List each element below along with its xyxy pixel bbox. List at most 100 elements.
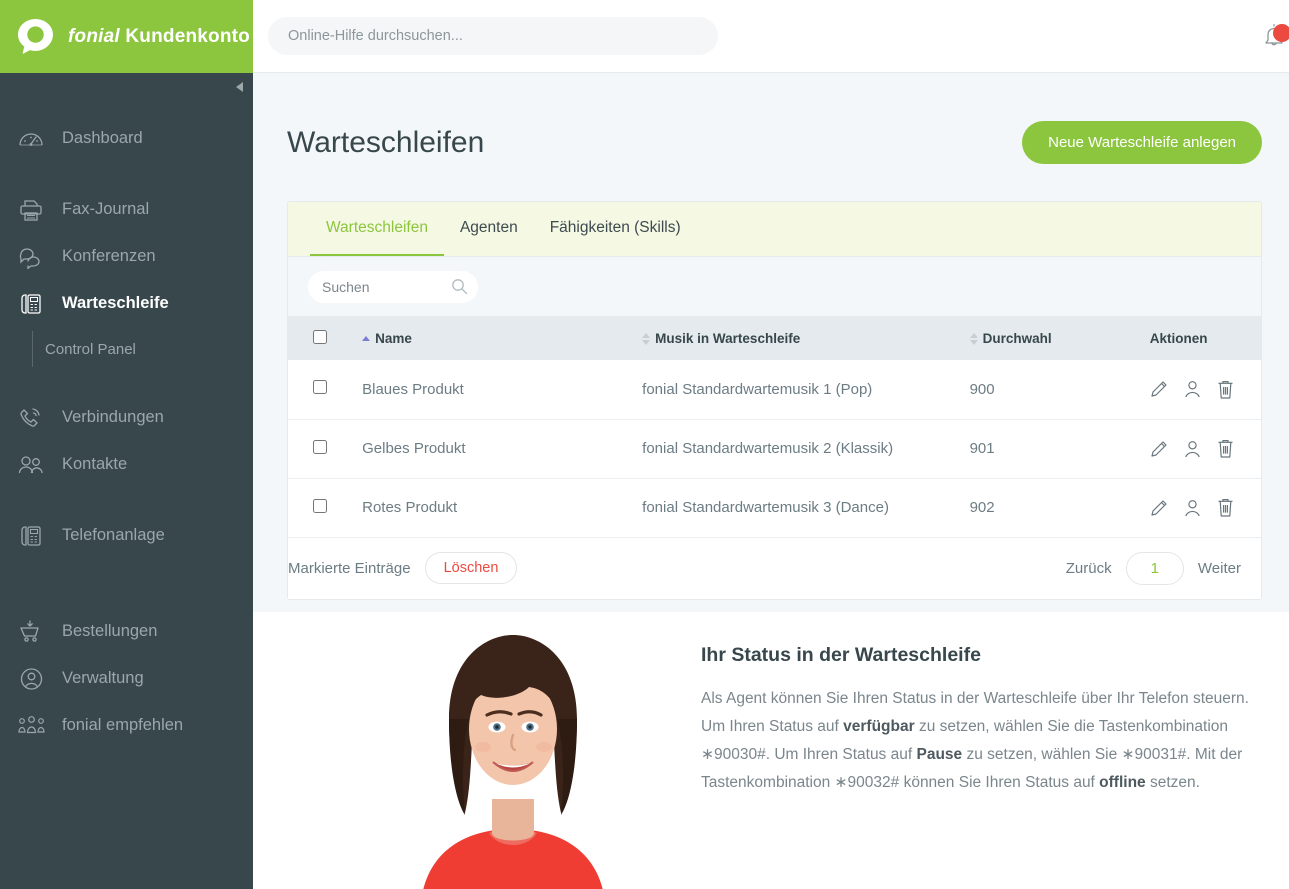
th-aktionen: Aktionen	[1150, 317, 1261, 360]
sidebar-item-label: Kontakte	[62, 455, 128, 473]
edit-pencil-icon[interactable]	[1150, 440, 1168, 458]
sidebar-item-label: Telefonanlage	[62, 526, 165, 544]
chevron-left-icon	[235, 82, 243, 92]
help-search-input[interactable]	[268, 17, 718, 55]
status-title: Ihr Status in der Warteschleife	[701, 644, 981, 666]
sidebar-item-telefonanlage[interactable]: Telefonanlage	[0, 512, 253, 559]
speech-bubble-logo-icon	[16, 17, 55, 56]
sidebar: fonial Kundenkonto Dashboard Fax-Journal…	[0, 0, 253, 889]
search-box	[308, 270, 478, 303]
pagination-page-1[interactable]: 1	[1125, 551, 1184, 585]
sidebar-item-control-panel[interactable]: Control Panel	[0, 327, 253, 371]
table-search-row	[288, 257, 1261, 317]
cell-name: Gelbes Produkt	[362, 419, 643, 479]
brand-title: fonial Kundenkonto	[68, 26, 250, 48]
tab-agenten[interactable]: Agenten	[444, 202, 534, 256]
sidebar-subitem-label: Control Panel	[45, 340, 136, 358]
cell-name: Rotes Produkt	[362, 478, 643, 538]
tab-label: Agenten	[459, 219, 518, 236]
delete-trash-icon[interactable]	[1217, 498, 1234, 517]
ringing-phone-icon	[16, 405, 46, 431]
edit-pencil-icon[interactable]	[1150, 380, 1168, 398]
search-input[interactable]	[308, 270, 478, 303]
pagination-prev[interactable]: Zurück	[1066, 560, 1112, 577]
topbar	[253, 0, 1289, 73]
row-select-cell	[288, 478, 363, 538]
gauge-icon	[16, 126, 46, 152]
th-durchwahl-label: Durchwahl	[982, 331, 1052, 346]
three-people-icon	[16, 713, 46, 739]
user-circle-icon	[16, 666, 46, 692]
cell-name: Blaues Produkt	[362, 360, 643, 420]
edit-pencil-icon[interactable]	[1150, 499, 1168, 517]
row-select-cell	[288, 360, 363, 420]
sidebar-item-verbindungen[interactable]: Verbindungen	[0, 394, 253, 441]
new-queue-button[interactable]: Neue Warteschleife anlegen	[1022, 121, 1262, 164]
select-all-checkbox[interactable]	[313, 330, 327, 344]
delete-trash-icon[interactable]	[1217, 380, 1234, 399]
row-checkbox[interactable]	[313, 380, 327, 395]
agent-user-icon[interactable]	[1184, 499, 1201, 517]
shopping-cart-icon	[16, 619, 46, 645]
sidebar-item-verwaltung[interactable]: Verwaltung	[0, 655, 253, 702]
agent-user-icon[interactable]	[1184, 440, 1201, 458]
sidebar-item-fonial-empfehlen[interactable]: fonial empfehlen	[0, 702, 253, 749]
delete-trash-icon[interactable]	[1217, 439, 1234, 458]
sidebar-item-label: Dashboard	[62, 129, 143, 147]
brand-name-kundenkonto: Kundenkonto	[125, 25, 250, 47]
status-text-column: Ihr Status in der Warteschleife Als Agen…	[701, 612, 1289, 889]
sidebar-item-bestellungen[interactable]: Bestellungen	[0, 608, 253, 655]
tab-bar: Warteschleifen Agenten Fähigkeiten (Skil…	[288, 202, 1261, 257]
sort-neutral-icon	[969, 332, 979, 345]
cell-actions	[1149, 419, 1261, 479]
sidebar-item-kontakte[interactable]: Kontakte	[0, 441, 253, 488]
table-header-row: Name Musik in Warteschleife Durchwahl Ak…	[288, 317, 1261, 360]
printer-icon	[16, 197, 46, 223]
agent-user-icon[interactable]	[1184, 380, 1201, 398]
th-select-all	[288, 317, 362, 360]
cell-actions	[1149, 360, 1261, 420]
table-row[interactable]: Blaues Produkt fonial Standardwartemusik…	[288, 360, 1261, 420]
sidebar-item-label: Verbindungen	[62, 408, 164, 426]
brand-header[interactable]: fonial Kundenkonto	[0, 0, 253, 73]
sidebar-item-warteschleife[interactable]: Warteschleife	[0, 280, 253, 327]
page-title: Warteschleifen	[287, 125, 485, 159]
th-name[interactable]: Name	[362, 317, 642, 360]
desk-phone-icon	[16, 523, 46, 549]
sidebar-item-dashboard[interactable]: Dashboard	[0, 115, 253, 162]
th-music[interactable]: Musik in Warteschleife	[642, 317, 969, 360]
smiling-woman-red-shirt-photo	[383, 612, 643, 889]
table-head: Name Musik in Warteschleife Durchwahl Ak…	[288, 317, 1261, 360]
row-checkbox[interactable]	[313, 439, 327, 454]
notifications-button[interactable]	[1257, 20, 1289, 54]
sidebar-collapse-button[interactable]	[225, 73, 253, 101]
cell-music: fonial Standardwartemusik 2 (Klassik)	[642, 419, 970, 479]
table-row[interactable]: Gelbes Produkt fonial Standardwartemusik…	[288, 419, 1261, 479]
tab-warteschleifen[interactable]: Warteschleifen	[310, 202, 444, 256]
sort-neutral-icon	[642, 332, 651, 345]
cell-durchwahl: 901	[969, 419, 1150, 479]
status-keyword-pause: Pause	[916, 746, 963, 763]
pagination-next[interactable]: Weiter	[1198, 560, 1241, 577]
row-checkbox[interactable]	[313, 498, 327, 513]
sidebar-item-konferenzen[interactable]: Konferenzen	[0, 233, 253, 280]
sidebar-item-label: Fax-Journal	[62, 200, 150, 218]
two-users-icon	[16, 452, 46, 478]
queues-table: Name Musik in Warteschleife Durchwahl Ak…	[288, 317, 1261, 538]
status-text-part-4: setzen.	[1145, 774, 1200, 791]
app-root: fonial Kundenkonto Dashboard Fax-Journal…	[0, 0, 1289, 889]
sidebar-item-label: Verwaltung	[62, 669, 144, 687]
sidebar-item-label: Konferenzen	[62, 247, 156, 265]
th-aktionen-label: Aktionen	[1149, 331, 1208, 346]
sidebar-item-label: Warteschleife	[62, 294, 169, 312]
table-row[interactable]: Rotes Produkt fonial Standardwartemusik …	[288, 478, 1261, 538]
sort-ascending-icon	[362, 335, 371, 342]
sidebar-item-fax-journal[interactable]: Fax-Journal	[0, 186, 253, 233]
status-keyword-verfuegbar: verfügbar	[843, 718, 915, 735]
tab-label: Warteschleifen	[326, 219, 428, 236]
delete-selected-button[interactable]: Löschen	[424, 552, 518, 584]
brand-name-fonial: fonial	[68, 25, 120, 47]
tab-faehigkeiten-skills[interactable]: Fähigkeiten (Skills)	[534, 202, 697, 256]
th-durchwahl[interactable]: Durchwahl	[969, 317, 1150, 360]
